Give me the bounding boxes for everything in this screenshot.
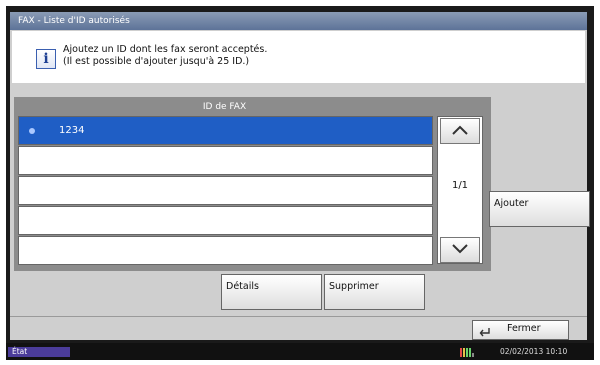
list-item[interactable] (18, 176, 433, 205)
footer-divider (10, 316, 587, 317)
info-icon: i (36, 49, 56, 69)
page-indicator: 1/1 (451, 180, 469, 191)
list-item-label: 1234 (59, 125, 85, 136)
scroll-up-button[interactable] (440, 118, 480, 144)
window-title: FAX - Liste d'ID autorisés (10, 12, 587, 30)
add-button[interactable]: Ajouter (489, 191, 590, 227)
info-line-2: (Il est possible d'ajouter jusqu'à 25 ID… (63, 56, 250, 67)
details-button[interactable]: Détails (221, 274, 322, 310)
list-item[interactable] (18, 146, 433, 175)
info-message: Ajoutez un ID dont les fax seront accept… (63, 44, 267, 68)
chevron-up-icon (452, 125, 468, 135)
status-datetime: 02/02/2013 10:10 (500, 347, 568, 356)
close-button-label: Fermer (507, 323, 541, 334)
memory-usage-icon (460, 348, 474, 357)
info-line-1: Ajoutez un ID dont les fax seront accept… (63, 44, 268, 55)
list-item[interactable] (18, 206, 433, 235)
list-header: ID de FAX (202, 102, 247, 112)
chevron-down-icon (452, 244, 468, 254)
selected-dot-icon (29, 128, 35, 134)
return-arrow-icon (479, 328, 490, 337)
delete-button[interactable]: Supprimer (324, 274, 425, 310)
status-state-badge[interactable]: État (8, 347, 70, 357)
list-item[interactable] (18, 236, 433, 265)
close-button[interactable]: Fermer (472, 320, 569, 340)
fax-id-list: 1234 (18, 116, 433, 266)
scroll-down-button[interactable] (440, 237, 480, 263)
list-item[interactable]: 1234 (18, 116, 433, 145)
